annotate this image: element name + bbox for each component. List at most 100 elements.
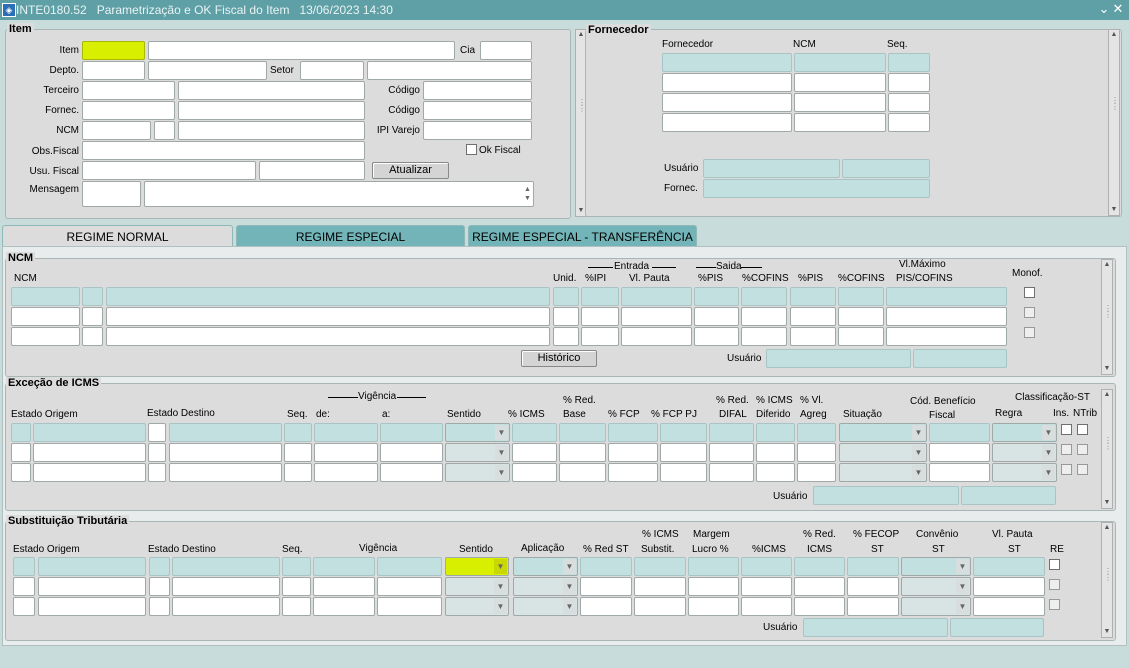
st-row2-predicms-field[interactable] xyxy=(794,577,845,596)
dropdown-arrow-icon[interactable]: ▼ xyxy=(956,579,969,594)
icms-row2-seq-field[interactable] xyxy=(284,443,312,462)
ncm-row2-vlpauta-field[interactable] xyxy=(621,307,692,326)
ncm-code-field[interactable] xyxy=(82,121,151,140)
st-row1-picmssubst-field[interactable] xyxy=(634,557,686,576)
cia-field[interactable] xyxy=(480,41,532,60)
st-row3-uf-destino-field[interactable] xyxy=(149,597,170,616)
ncm-row2-ppis2-field[interactable] xyxy=(790,307,836,326)
dropdown-arrow-icon[interactable]: ▼ xyxy=(563,599,576,614)
st-row1-uf-origem-field[interactable] xyxy=(13,557,35,576)
st-row3-estado-origem-field[interactable] xyxy=(38,597,146,616)
icms-row1-vigencia-a-field[interactable] xyxy=(380,423,443,442)
st-row3-seq-field[interactable] xyxy=(282,597,311,616)
dropdown-arrow-icon[interactable]: ▼ xyxy=(912,425,925,440)
obs-fiscal-field[interactable] xyxy=(82,141,365,160)
mensagem-text-field[interactable] xyxy=(144,181,534,207)
dropdown-arrow-icon[interactable]: ▼ xyxy=(495,445,508,460)
st-row2-picmssubst-field[interactable] xyxy=(634,577,686,596)
icms-row1-estado-origem-field[interactable] xyxy=(33,423,146,442)
st-row2-seq-field[interactable] xyxy=(282,577,311,596)
ncm-row2-monof-checkbox[interactable] xyxy=(1024,307,1035,318)
ncm-row3-monof-checkbox[interactable] xyxy=(1024,327,1035,338)
st-row2-vigencia-de-field[interactable] xyxy=(313,577,375,596)
icms-row3-vigencia-de-field[interactable] xyxy=(314,463,378,482)
fornecedor-row4-fornecedor-field[interactable] xyxy=(662,113,792,132)
ncm-row3-ppis2-field[interactable] xyxy=(790,327,836,346)
icms-row1-picmsdif-field[interactable] xyxy=(756,423,795,442)
icms-row3-uf-origem-field[interactable] xyxy=(11,463,31,482)
tab-regime-especial[interactable]: REGIME ESPECIAL xyxy=(236,225,465,247)
ncm-description-field[interactable] xyxy=(178,121,365,140)
st-row3-re-checkbox[interactable] xyxy=(1049,599,1060,610)
fornecedor-row3-fornecedor-field[interactable] xyxy=(662,93,792,112)
icms-row1-pfcppj-field[interactable] xyxy=(660,423,707,442)
ncm-row2-ncm-ex-field[interactable] xyxy=(82,307,103,326)
dropdown-arrow-icon[interactable]: ▼ xyxy=(956,559,969,574)
ncm-row1-ncm-desc-field[interactable] xyxy=(106,287,550,306)
st-row2-pfecop-field[interactable] xyxy=(847,577,899,596)
dropdown-arrow-icon[interactable]: ▼ xyxy=(494,579,507,594)
icms-row2-ins-checkbox[interactable] xyxy=(1061,444,1072,455)
st-row1-estado-destino-field[interactable] xyxy=(172,557,280,576)
icms-row1-uf-origem-field[interactable] xyxy=(11,423,31,442)
ncm-row3-pcofins-field[interactable] xyxy=(741,327,787,346)
icms-row2-picms-field[interactable] xyxy=(512,443,557,462)
ncm-row3-unid-field[interactable] xyxy=(553,327,579,346)
tab-regime-normal[interactable]: REGIME NORMAL xyxy=(2,225,233,247)
icms-row2-situacao-select[interactable]: ▼ xyxy=(839,443,927,462)
ncm-row2-ppis-field[interactable] xyxy=(694,307,739,326)
icms-row2-regra-select[interactable]: ▼ xyxy=(992,443,1057,462)
scroll-up-icon[interactable]: ▲ xyxy=(1102,523,1112,533)
icms-row2-vigencia-a-field[interactable] xyxy=(380,443,443,462)
icms-row3-pfcppj-field[interactable] xyxy=(660,463,707,482)
minimize-icon[interactable]: ⌄ xyxy=(1097,1,1111,17)
icms-row2-ntrib-checkbox[interactable] xyxy=(1077,444,1088,455)
st-row3-picms-field[interactable] xyxy=(741,597,792,616)
st-scrollbar[interactable]: ▲ ⋮ ⋮ ▼ xyxy=(1101,522,1113,638)
st-row2-picms-field[interactable] xyxy=(741,577,792,596)
icms-row1-pvlagreg-field[interactable] xyxy=(797,423,836,442)
tab-regime-especial-transferencia[interactable]: REGIME ESPECIAL - TRANSFERÊNCIA xyxy=(468,225,697,247)
icms-row1-vigencia-de-field[interactable] xyxy=(314,423,378,442)
fornecedor-row4-ncm-field[interactable] xyxy=(794,113,886,132)
st-row2-estado-destino-field[interactable] xyxy=(172,577,280,596)
st-row1-convenio-select[interactable]: ▼ xyxy=(901,557,971,576)
setor-code-field[interactable] xyxy=(300,61,364,80)
icms-row1-picms-field[interactable] xyxy=(512,423,557,442)
dropdown-arrow-icon[interactable]: ▼ xyxy=(956,599,969,614)
st-row2-vigencia-a-field[interactable] xyxy=(377,577,442,596)
st-row1-pfecop-field[interactable] xyxy=(847,557,899,576)
usu-fiscal-date-field[interactable] xyxy=(259,161,365,180)
ncm-scrollbar[interactable]: ▲ ⋮ ⋮ ▼ xyxy=(1101,259,1113,375)
ncm-ex-field[interactable] xyxy=(154,121,175,140)
icms-row3-estado-destino-field[interactable] xyxy=(169,463,282,482)
atualizar-button[interactable]: Atualizar xyxy=(372,162,449,179)
icms-row2-codbenef-field[interactable] xyxy=(929,443,990,462)
usu-fiscal-field[interactable] xyxy=(82,161,256,180)
icms-row2-estado-destino-field[interactable] xyxy=(169,443,282,462)
ncm-row3-pipi-field[interactable] xyxy=(581,327,619,346)
icms-row1-uf-destino-field[interactable] xyxy=(148,423,166,442)
setor-description-field[interactable] xyxy=(367,61,532,80)
st-row1-vigencia-a-field[interactable] xyxy=(377,557,442,576)
codigo-terceiro-field[interactable] xyxy=(423,81,532,100)
icms-row2-pvlagreg-field[interactable] xyxy=(797,443,836,462)
st-row1-predicms-field[interactable] xyxy=(794,557,845,576)
ncm-row1-ncm-ex-field[interactable] xyxy=(82,287,103,306)
icms-row3-vigencia-a-field[interactable] xyxy=(380,463,443,482)
dropdown-arrow-icon[interactable]: ▼ xyxy=(495,425,508,440)
scroll-down-icon[interactable]: ▼ xyxy=(1109,205,1119,215)
st-row3-vigencia-a-field[interactable] xyxy=(377,597,442,616)
icms-row1-ins-checkbox[interactable] xyxy=(1061,424,1072,435)
icms-row2-pfcp-field[interactable] xyxy=(608,443,658,462)
st-row3-margem-field[interactable] xyxy=(688,597,739,616)
st-row1-estado-origem-field[interactable] xyxy=(38,557,146,576)
fornecedor-row2-ncm-field[interactable] xyxy=(794,73,886,92)
depto-code-field[interactable] xyxy=(82,61,145,80)
st-row2-re-checkbox[interactable] xyxy=(1049,579,1060,590)
icms-row2-picmsdif-field[interactable] xyxy=(756,443,795,462)
scroll-down-icon[interactable]: ▼ xyxy=(1102,364,1112,374)
icms-row3-pfcp-field[interactable] xyxy=(608,463,658,482)
ncm-row3-vlpauta-field[interactable] xyxy=(621,327,692,346)
ncm-row1-unid-field[interactable] xyxy=(553,287,579,306)
